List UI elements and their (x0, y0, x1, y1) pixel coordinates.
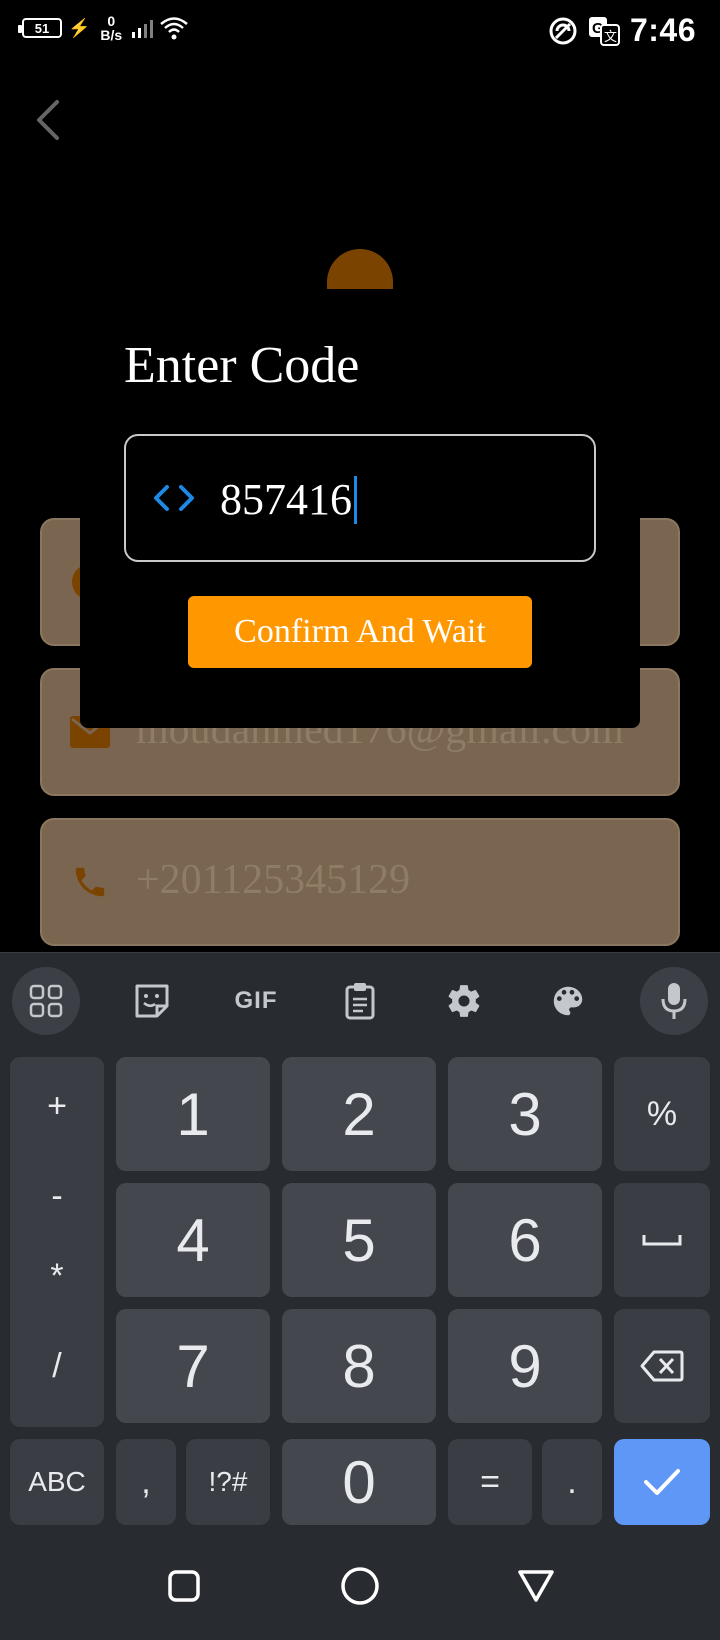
back-nav-button[interactable] (512, 1562, 560, 1610)
svg-text:文: 文 (604, 29, 617, 44)
square-icon (168, 1570, 200, 1602)
recents-button[interactable] (160, 1562, 208, 1610)
key-percent[interactable]: % (614, 1057, 710, 1171)
key-2[interactable]: 2 (282, 1057, 436, 1171)
circle-icon (341, 1567, 379, 1605)
battery-icon: 51 (18, 18, 62, 38)
apps-grid-button[interactable] (12, 967, 80, 1035)
key-abc[interactable]: ABC (10, 1439, 104, 1525)
space-bar-icon (642, 1235, 682, 1246)
key-1[interactable]: 1 (116, 1057, 270, 1171)
enter-code-dialog: Enter Code 857416 Confirm And Wait (80, 300, 640, 728)
clipboard-icon (345, 983, 375, 1020)
key-symbols[interactable]: !?# (186, 1439, 270, 1525)
phone-icon (68, 860, 112, 904)
key-5[interactable]: 5 (282, 1183, 436, 1297)
grid-icon (29, 984, 63, 1018)
triangle-icon (518, 1570, 554, 1602)
checkmark-icon (644, 1469, 680, 1495)
code-icon (154, 485, 194, 511)
sticker-button[interactable] (118, 967, 186, 1035)
palette-icon (553, 986, 583, 1016)
home-button[interactable] (336, 1562, 384, 1610)
key-comma[interactable]: , (116, 1439, 176, 1525)
confirm-button[interactable]: Confirm And Wait (188, 596, 532, 668)
wifi-icon (160, 17, 189, 40)
key-8[interactable]: 8 (282, 1309, 436, 1423)
navigation-bar (0, 1532, 720, 1640)
key-6[interactable]: 6 (448, 1183, 602, 1297)
phone-value: +201125345129 (136, 857, 411, 903)
theme-button[interactable] (534, 967, 602, 1035)
battery-level: 51 (34, 20, 50, 36)
translate-icon: G 文 (588, 16, 620, 46)
key-0[interactable]: 0 (282, 1439, 436, 1525)
key-space[interactable] (614, 1183, 710, 1297)
status-left: 51 ⚡ 0 B/s (18, 14, 189, 42)
symbol-column: + - * / (10, 1057, 104, 1427)
key-minus[interactable]: - (10, 1177, 104, 1216)
key-plus[interactable]: + (10, 1087, 104, 1126)
backspace-icon (640, 1350, 684, 1382)
sticker-icon (135, 984, 169, 1018)
code-input[interactable]: 857416 (124, 434, 596, 562)
net-speed: 0 B/s (100, 14, 122, 42)
clock: 7:46 (629, 12, 696, 48)
key-backspace[interactable] (614, 1309, 710, 1423)
signal-icon (132, 18, 154, 38)
net-speed-value: 0 (107, 13, 116, 29)
gif-button[interactable]: GIF (222, 967, 290, 1035)
key-equals[interactable]: = (448, 1439, 532, 1525)
code-value-wrapper: 857416 (220, 474, 357, 525)
charging-icon: ⚡ (68, 17, 91, 38)
dialog-title: Enter Code (124, 337, 360, 394)
key-slash[interactable]: / (10, 1347, 104, 1386)
status-bar: 51 ⚡ 0 B/s G 文 7:46 (0, 0, 720, 64)
status-right: G 文 7:46 (548, 12, 696, 49)
gear-icon (448, 985, 480, 1017)
gif-label: GIF (234, 987, 278, 1014)
clipboard-button[interactable] (326, 967, 394, 1035)
key-period[interactable]: . (542, 1439, 602, 1525)
phone-field[interactable]: +201125345129 (40, 818, 680, 946)
chevron-left-icon (37, 100, 59, 140)
key-9[interactable]: 9 (448, 1309, 602, 1423)
text-cursor (354, 475, 357, 524)
profile-avatar (327, 249, 393, 289)
microphone-icon (661, 983, 687, 1019)
keyboard: GIF + - * / 1 2 3 % 4 5 6 7 8 9 ABC , !?… (0, 952, 720, 1532)
sync-icon (549, 17, 577, 44)
key-3[interactable]: 3 (448, 1057, 602, 1171)
settings-button[interactable] (430, 967, 498, 1035)
keyboard-toolbar: GIF (0, 953, 720, 1049)
back-button[interactable] (24, 92, 72, 148)
key-enter[interactable] (614, 1439, 710, 1525)
voice-input-button[interactable] (640, 967, 708, 1035)
key-7[interactable]: 7 (116, 1309, 270, 1423)
key-asterisk[interactable]: * (10, 1257, 104, 1296)
key-4[interactable]: 4 (116, 1183, 270, 1297)
net-speed-unit: B/s (100, 27, 123, 43)
code-value: 857416 (220, 475, 352, 524)
